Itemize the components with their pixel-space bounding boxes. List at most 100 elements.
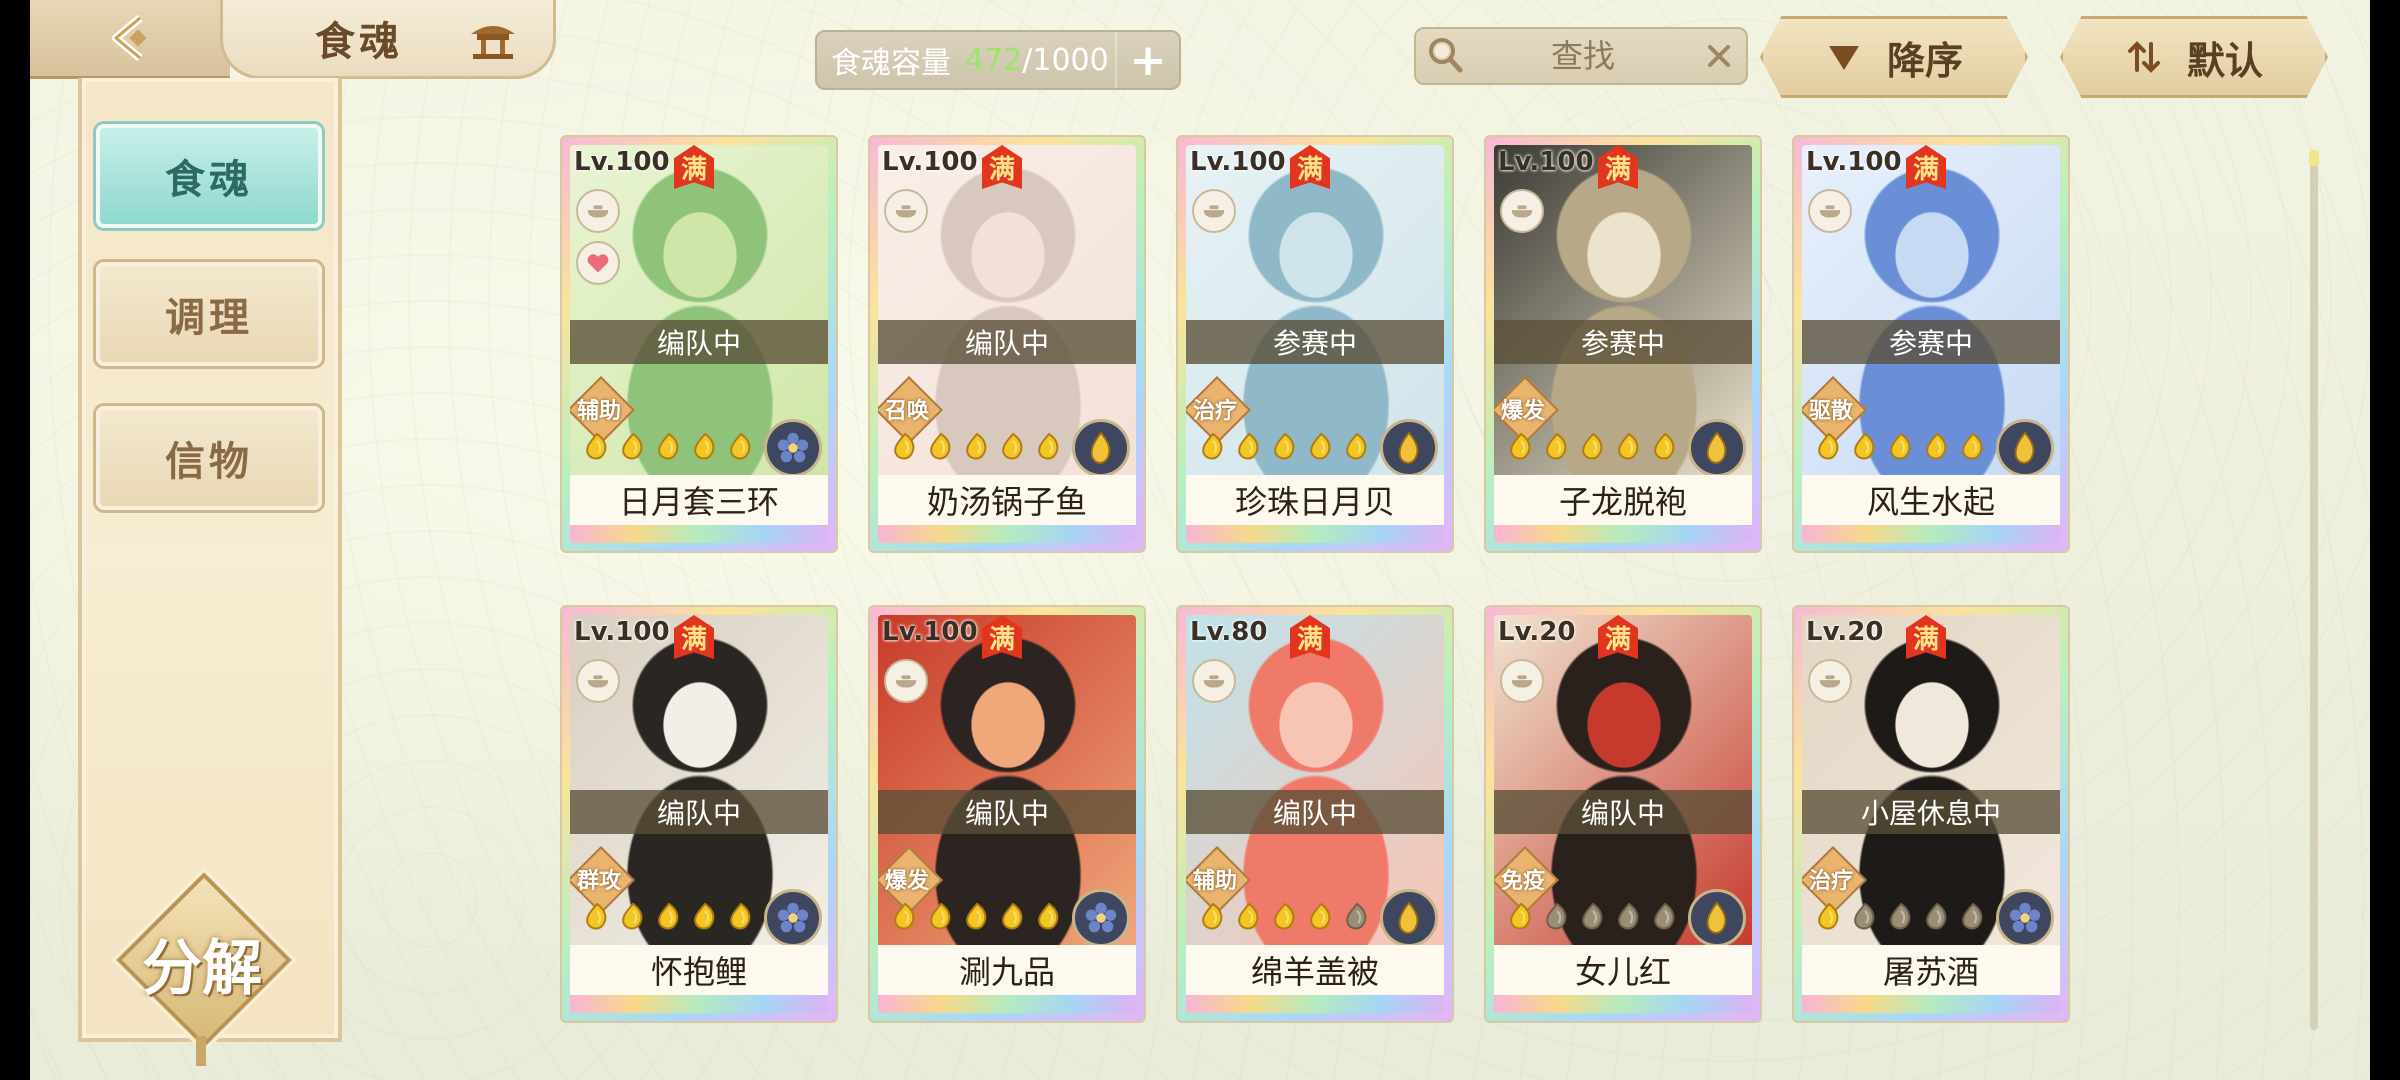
level-label: Lv.20 [1498,617,1576,647]
star-empty-icon [1578,901,1608,931]
role-label: 辅助 [576,399,621,424]
star-filled-icon [962,431,992,461]
star-filled-icon [690,901,720,931]
sidebar-item-conditioning[interactable]: 调理 [96,262,322,366]
role-tag: 爆发 [878,846,943,914]
title-tab: 食魂 [220,0,556,79]
star-filled-icon [654,431,684,461]
star-rating [890,431,1064,461]
star-filled-icon [1578,431,1608,461]
food-soul-card[interactable]: Lv.100 满 编队中 召唤 奶汤锅子鱼 [868,135,1146,553]
status-label: 参赛中 [1802,320,2060,364]
sidebar-item-tokens[interactable]: 信物 [96,406,322,510]
element-icon [1072,889,1130,947]
star-filled-icon [1850,431,1880,461]
character-name: 怀抱鲤 [570,945,828,995]
status-label: 编队中 [570,320,828,364]
role-label: 治疗 [1192,399,1237,424]
star-filled-icon [926,431,956,461]
element-icon [1380,419,1438,477]
element-icon [1688,889,1746,947]
sort-mode-button[interactable]: 默认 [2060,16,2328,98]
food-soul-card[interactable]: Lv.100 满 编队中 辅助 日月套三环 [560,135,838,553]
rarity-strip [570,995,828,1013]
star-filled-icon [1614,431,1644,461]
triangle-down-icon [1828,46,1859,70]
level-label: Lv.100 [574,147,670,177]
character-name: 子龙脱袍 [1494,475,1752,525]
role-tag: 免疫 [1494,846,1559,914]
role-tag: 治疗 [1186,376,1251,444]
card-frame: Lv.100 满 编队中 爆发 涮九品 [878,615,1136,1013]
character-name: 日月套三环 [570,475,828,525]
food-soul-card[interactable]: Lv.100 满 参赛中 驱散 风生水起 [1792,135,2070,553]
star-empty-icon [1342,901,1372,931]
star-filled-icon [1886,431,1916,461]
role-tag: 辅助 [1186,846,1251,914]
star-filled-icon [1814,901,1844,931]
star-filled-icon [998,431,1028,461]
card-frame: Lv.100 满 编队中 群攻 怀抱鲤 [570,615,828,1013]
scrollbar[interactable] [2309,150,2319,1030]
role-label: 驱散 [1808,399,1853,424]
star-filled-icon [1814,431,1844,461]
star-filled-icon [1306,901,1336,931]
status-label: 编队中 [878,790,1136,834]
level-label: Lv.20 [1806,617,1884,647]
back-button[interactable] [30,0,230,79]
element-icon [1996,889,2054,947]
sidebar-item-label: 信物 [165,438,253,485]
star-filled-icon [1234,431,1264,461]
search-input[interactable] [1476,35,1690,77]
search-icon [1429,38,1463,73]
star-filled-icon [926,901,956,931]
clear-search-icon[interactable] [1702,39,1736,73]
star-rating [1198,431,1372,461]
role-tag: 辅助 [570,376,635,444]
capacity-max: /1000 [1022,42,1109,78]
star-filled-icon [998,901,1028,931]
decompose-button[interactable]: 分解 [116,872,292,1066]
rarity-strip [1802,995,2060,1013]
star-rating [582,431,756,461]
star-filled-icon [582,901,612,931]
rarity-strip [1186,995,1444,1013]
food-soul-card[interactable]: Lv.100 满 参赛中 爆发 子龙脱袍 [1484,135,1762,553]
food-soul-card[interactable]: Lv.80 满 编队中 辅助 绵羊盖被 [1176,605,1454,1023]
star-filled-icon [962,901,992,931]
food-soul-card[interactable]: Lv.100 满 编队中 爆发 涮九品 [868,605,1146,1023]
rarity-strip [1186,525,1444,543]
food-soul-card[interactable]: Lv.20 满 编队中 免疫 女儿红 [1484,605,1762,1023]
star-filled-icon [890,431,920,461]
expand-capacity-button[interactable]: + [1115,32,1179,88]
sidebar-item-food-souls[interactable]: 食魂 [96,124,322,228]
dish-icon [576,659,620,703]
food-soul-card[interactable]: Lv.100 满 参赛中 治疗 珍珠日月贝 [1176,135,1454,553]
star-rating [1506,901,1680,931]
card-frame: Lv.100 满 参赛中 治疗 珍珠日月贝 [1186,145,1444,543]
star-filled-icon [1922,431,1952,461]
star-filled-icon [654,901,684,931]
scrollbar-thumb[interactable] [2309,150,2319,166]
capacity-display: 食魂容量 472 /1000 + [815,30,1181,90]
food-soul-card[interactable]: Lv.100 满 编队中 群攻 怀抱鲤 [560,605,838,1023]
card-frame: Lv.100 满 编队中 召唤 奶汤锅子鱼 [878,145,1136,543]
star-filled-icon [1234,901,1264,931]
food-soul-card[interactable]: Lv.20 满 小屋休息中 治疗 屠苏酒 [1792,605,2070,1023]
back-arrow-icon [112,14,147,62]
pavilion-icon[interactable] [467,16,519,60]
star-filled-icon [582,431,612,461]
star-filled-icon [1270,901,1300,931]
dish-icon [1500,189,1544,233]
star-filled-icon [1198,431,1228,461]
star-empty-icon [1850,901,1880,931]
character-name: 珍珠日月贝 [1186,475,1444,525]
star-filled-icon [618,901,648,931]
role-tag: 爆发 [1494,376,1559,444]
sidebar: 食魂 调理 信物 分解 [78,78,342,1066]
star-filled-icon [1306,431,1336,461]
role-label: 治疗 [1808,869,1853,894]
sort-order-button[interactable]: 降序 [1760,16,2028,98]
search-box[interactable] [1414,27,1748,85]
star-empty-icon [1958,901,1988,931]
